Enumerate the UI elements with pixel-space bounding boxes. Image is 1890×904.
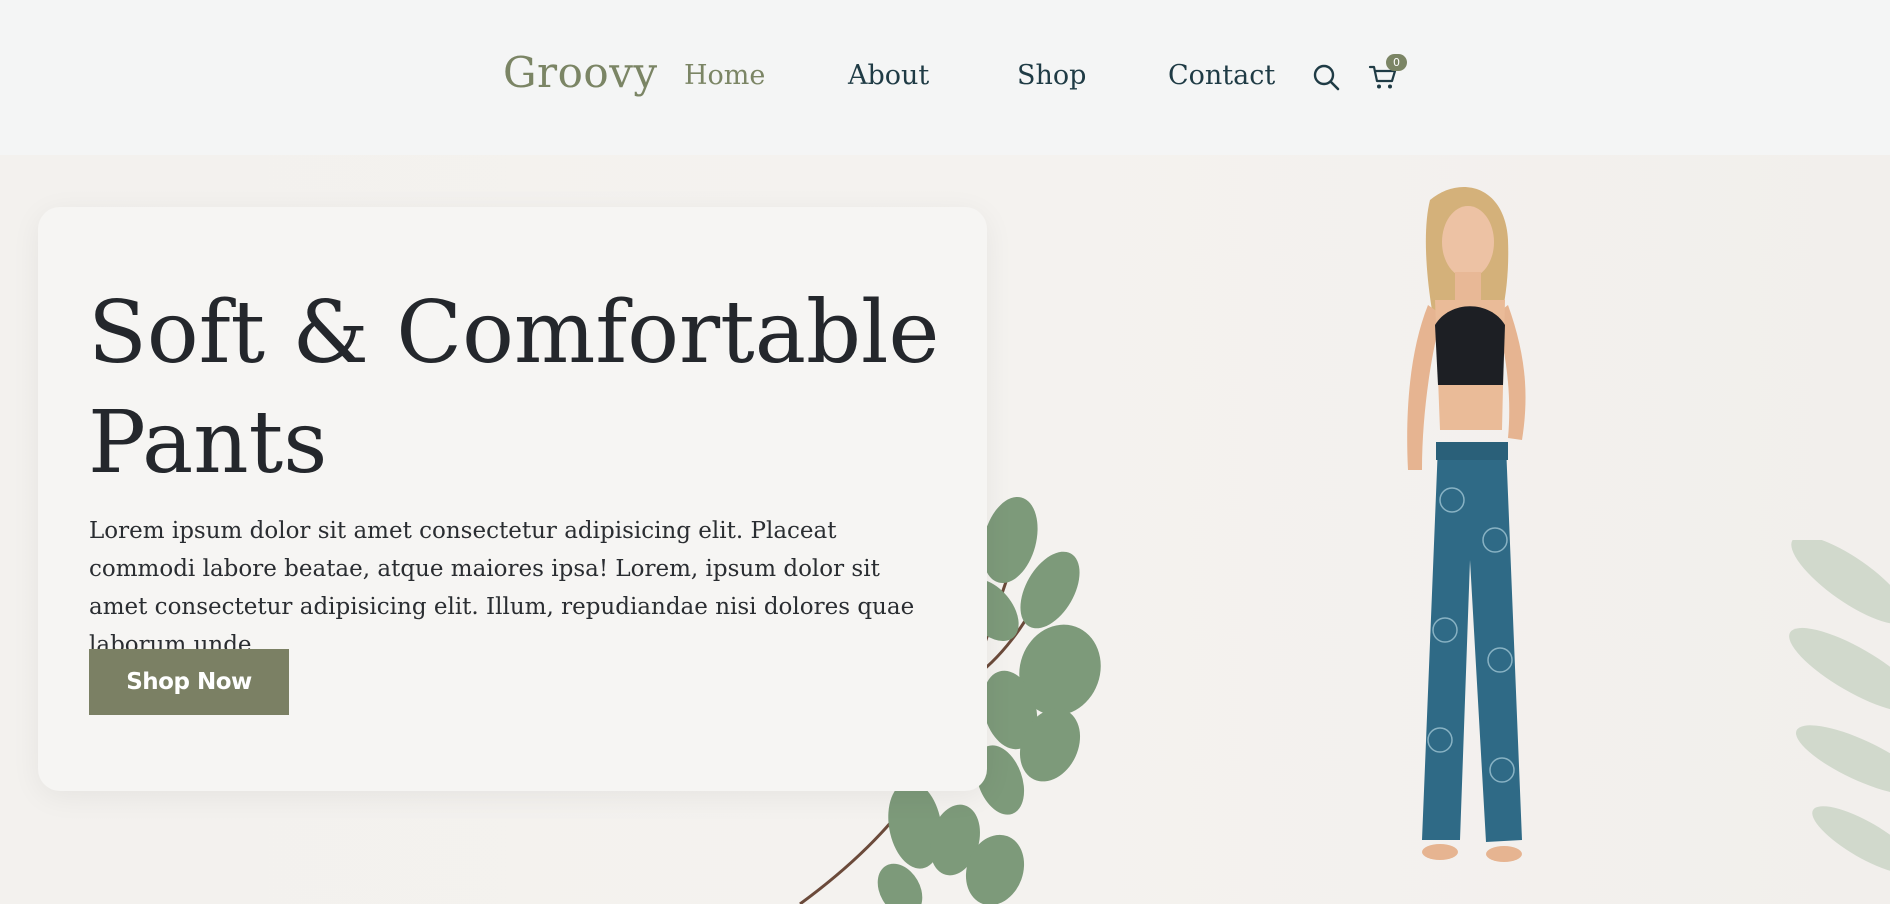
hero-title-line2: Pants: [88, 393, 328, 493]
nav-contact[interactable]: Contact: [1168, 60, 1275, 91]
cart-count-badge: 0: [1386, 54, 1407, 71]
hero-title: Soft & Comfortable Pants: [88, 278, 948, 498]
shop-now-button[interactable]: Shop Now: [89, 649, 289, 715]
nav-shop[interactable]: Shop: [1017, 60, 1086, 91]
logo[interactable]: Groovy: [503, 48, 658, 97]
nav-home[interactable]: Home: [684, 60, 765, 91]
nav-about[interactable]: About: [848, 60, 929, 91]
model-photo: [1407, 187, 1526, 862]
site-header: Groovy Home About Shop Contact 0: [0, 0, 1890, 155]
blurred-leaves-image: [1789, 540, 1890, 874]
hero-description: Lorem ipsum dolor sit amet consectetur a…: [89, 518, 915, 658]
hero-title-line1: Soft & Comfortable: [88, 283, 940, 383]
search-icon[interactable]: [1311, 62, 1341, 92]
